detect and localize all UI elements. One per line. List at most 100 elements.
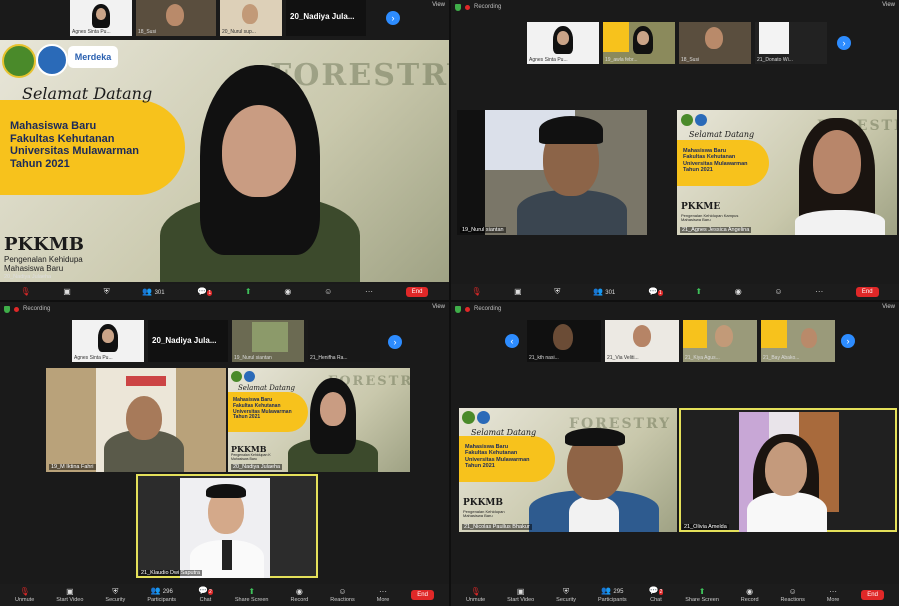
chat-badge: 2 [658, 589, 664, 595]
participant-thumb[interactable]: Agnes Sinta Pu... [70, 0, 132, 36]
chat-label: Chat [199, 597, 212, 603]
video-tile: FORESTRY Selamat Datang Mahasiswa Baru F… [459, 408, 677, 532]
unmute-button[interactable]: 🎙 Unmute [15, 587, 34, 603]
slide-line: Tahun 2021 [465, 462, 495, 469]
mic-muted-icon[interactable]: 🎙 [471, 288, 481, 296]
participants-label: Participants [147, 597, 177, 603]
university-logo [244, 371, 255, 382]
active-speaker-tile: 21_Olivia Amelda [679, 408, 897, 532]
more-button[interactable]: ··· More [377, 587, 390, 603]
participant-thumb[interactable]: Agnes Sinta Pu... [527, 22, 599, 64]
chat-button[interactable]: 💬2 Chat [198, 587, 213, 603]
share-screen-icon[interactable]: ⬆ [245, 288, 252, 296]
start-video-button[interactable]: ▣ Start Video [507, 586, 534, 603]
participant-thumb[interactable]: 21_Via Veliti... [605, 320, 679, 362]
end-button[interactable]: End [855, 287, 879, 297]
participants-label: Participants [597, 597, 627, 603]
next-page-arrow-icon[interactable]: › [841, 334, 855, 348]
share-screen-icon[interactable]: ⬆ [695, 288, 702, 296]
mic-muted-icon[interactable]: 🎙 [20, 288, 30, 296]
slide-body: Mahasiswa Baru Fakultas Kehutanan Univer… [10, 120, 139, 171]
participant-thumb[interactable]: 21_Kiya Agus... [683, 320, 757, 362]
security-shield-icon [4, 305, 10, 313]
start-video-button[interactable]: ▣ Start Video [56, 587, 83, 603]
more-label: More [826, 596, 840, 603]
chat-button[interactable]: 💬1 [197, 287, 213, 297]
end-button[interactable]: End [411, 590, 434, 600]
participants-button[interactable]: 👥 295 Participants [597, 586, 627, 604]
record-icon[interactable]: ◉ [735, 288, 742, 296]
next-page-arrow-icon[interactable]: › [388, 335, 402, 349]
end-button[interactable]: End [405, 287, 429, 297]
view-button[interactable]: View [432, 304, 445, 310]
end-button[interactable]: End [861, 590, 884, 600]
security-button[interactable]: ⛨ Security [105, 587, 125, 603]
more-icon[interactable]: ··· [815, 288, 823, 296]
share-screen-label: Share Screen [685, 596, 719, 603]
participant-strip: Agnes Sinta Pu... 18_Susi 20_Nurul sup..… [70, 0, 366, 36]
chat-button[interactable]: 💬2 Chat [649, 587, 664, 603]
more-icon[interactable]: ··· [365, 288, 373, 296]
participants-button[interactable]: 👥 301 [142, 287, 164, 297]
security-label: Security [556, 596, 577, 603]
participant-thumb[interactable]: 20_Nadiya Jula... [148, 320, 228, 362]
more-button[interactable]: ··· More [826, 587, 840, 603]
share-screen-label: Share Screen [234, 596, 269, 603]
speaker-name: 20_Nadiya Julaeha [4, 274, 52, 280]
participant-name: 21_Agnes Jessica Angelina [680, 227, 752, 233]
participant-thumb[interactable]: 18_Susi [679, 22, 751, 64]
view-button[interactable]: View [882, 2, 895, 8]
participant-name: 19_Nurul siantan [460, 227, 506, 233]
participant-thumb[interactable]: 21_kth nasi... [527, 320, 601, 362]
participant-thumb[interactable]: 21_Bay Abako... [761, 320, 835, 362]
video-tile: 19_Nurul siantan [457, 110, 647, 235]
participants-icon: 👥 295 [601, 586, 624, 596]
record-button[interactable]: ◉ Record [741, 587, 759, 603]
share-screen-button[interactable]: ⬆ Share Screen [234, 587, 269, 603]
security-button[interactable]: ⛨ Security [556, 587, 577, 603]
participant-thumb[interactable]: 19_awla febr... [603, 22, 675, 64]
participants-button[interactable]: 👥 296 Participants [147, 587, 177, 604]
participant-thumb[interactable]: Agnes Sinta Pu... [72, 320, 144, 362]
reactions-button[interactable]: ☺ Reactions [330, 587, 354, 603]
participant-thumb[interactable]: 18_Susi [136, 0, 216, 36]
security-icon[interactable]: ⛨ [104, 288, 110, 296]
share-screen-button[interactable]: ⬆ Share Screen [685, 586, 719, 603]
slide-body: Mahasiswa Baru Fakultas Kehutanan Univer… [233, 397, 292, 421]
participant-thumb[interactable]: 21_Henifha Ra... [308, 320, 380, 362]
participant-strip: Agnes Sinta Pu... 19_awla febr... 18_Sus… [527, 22, 827, 64]
record-icon[interactable]: ◉ [284, 288, 291, 296]
record-button[interactable]: ◉ Record [291, 587, 309, 603]
university-logo [695, 114, 707, 126]
participants-count: 301 [605, 289, 616, 296]
chat-button[interactable]: 💬1 [648, 287, 663, 297]
participant-thumb[interactable]: 20_Nurul sup... [220, 0, 282, 36]
video-off-icon[interactable]: ▣ [63, 288, 71, 296]
reactions-button[interactable]: ☺ Reactions [780, 586, 804, 603]
next-page-arrow-icon[interactable]: › [837, 36, 851, 50]
participant-thumb[interactable]: 19_Nurul siantan [232, 320, 304, 362]
pkkmb-subtitle: Pengenalan Kehidupan Mahasiswa Baru [463, 509, 505, 519]
video-off-icon[interactable]: ▣ [514, 288, 522, 296]
participant-thumb[interactable]: 20_Nadiya Jula... [286, 0, 366, 36]
top-bar: Recording [0, 302, 449, 316]
participant-thumb[interactable]: 21_Donato Wi... [755, 22, 827, 64]
prev-page-arrow-icon[interactable]: ‹ [505, 334, 519, 348]
next-page-arrow-icon[interactable]: › [386, 11, 400, 25]
slide-line: Fakultas Kehutanan [10, 132, 115, 145]
chat-badge: 2 [208, 589, 213, 595]
reactions-icon[interactable]: ☺ [774, 288, 782, 296]
reactions-icon[interactable]: ☺ [324, 288, 332, 296]
recording-label: Recording [23, 306, 51, 312]
unmute-button[interactable]: 🎙 Unmute [466, 587, 485, 603]
reactions-icon: ☺ [788, 586, 797, 596]
slide-line: Universitas Mulawarman [683, 160, 748, 167]
video-off-icon: ▣ [516, 586, 525, 596]
view-button[interactable]: View [432, 2, 445, 8]
view-button[interactable]: View [882, 304, 895, 310]
participant-name: 21_Via Veliti... [607, 355, 639, 361]
zoom-window-top-right: Recording View Agnes Sinta Pu... 19_awla… [451, 0, 899, 300]
security-icon[interactable]: ⛨ [554, 288, 560, 296]
share-screen-icon: ⬆ [698, 586, 706, 596]
participants-button[interactable]: 👥 301 [593, 287, 616, 297]
